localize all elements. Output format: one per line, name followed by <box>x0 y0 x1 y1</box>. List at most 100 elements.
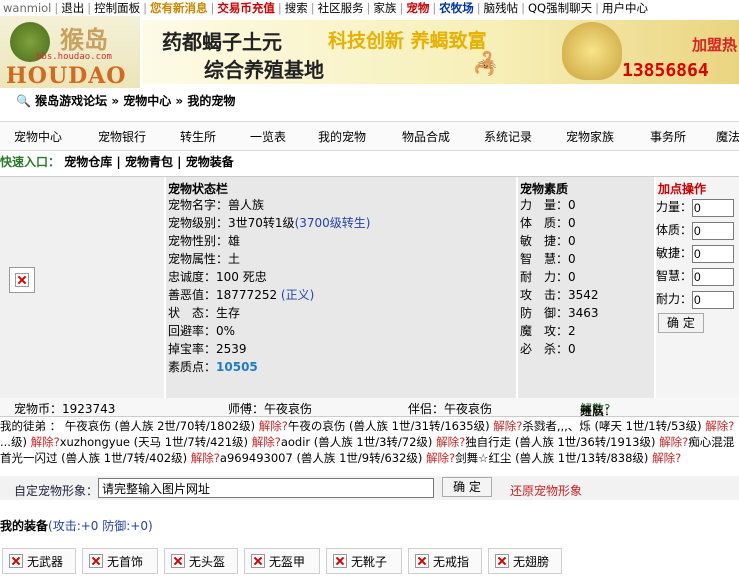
logo-url: bbs.houdao.com <box>36 52 112 62</box>
disciple-entry: 午夜の哀伤 (兽人族 1世/31转/1635级) <box>287 419 494 433</box>
nav-item[interactable]: 转生所 <box>180 128 216 145</box>
logo-chinese: 猴岛 <box>60 26 108 54</box>
equipment-slot[interactable]: 无首饰 <box>82 548 158 574</box>
disciple-entry: ...级) <box>0 435 31 449</box>
release-disciple-link[interactable]: 解除? <box>31 435 60 449</box>
disciple-entry: 独自行走 (兽人族 1世/36转/1913级) <box>465 435 660 449</box>
release-disciple-link[interactable]: 解除? <box>252 435 281 449</box>
add-points-title: 加点操作 <box>658 182 707 196</box>
nav-item[interactable]: 我的宠物 <box>318 128 366 145</box>
nav-item[interactable]: 系统记录 <box>484 128 532 145</box>
release-disciple-link[interactable]: 解除? <box>705 419 734 433</box>
quick-link-bag[interactable]: 宠物青包 <box>125 155 173 169</box>
nav-item[interactable]: 宠物家族 <box>566 128 614 145</box>
attribute-row: 耐 力：0 <box>520 270 576 284</box>
equipment-slot[interactable]: 无靴子 <box>326 548 402 574</box>
equipment-slot[interactable]: 无戒指 <box>408 548 482 574</box>
nav-item[interactable]: 宠物银行 <box>98 128 146 145</box>
broken-image-icon <box>9 554 23 568</box>
disciple-entry: 剑舞☆红尘 (兽人族 1世/13转/838级) <box>455 451 653 465</box>
disciple-entry: 我的徒弟 ： 午夜哀伤 (兽人族 2世/70转/1802级) <box>0 419 259 433</box>
status-state: 状 态：生存 <box>168 306 241 320</box>
equipment-slot[interactable]: 无头盔 <box>164 548 238 574</box>
broken-image-icon <box>333 554 347 568</box>
nav-item[interactable]: 事务所 <box>650 128 686 145</box>
top-link[interactable]: 搜索 <box>282 0 311 16</box>
logo-english: HOUDAO <box>6 63 127 89</box>
pet-image-panel <box>0 177 166 401</box>
ad-phone: 13856864 <box>622 60 709 81</box>
top-link[interactable]: 您有新消息 <box>147 0 211 16</box>
equipment-slot[interactable]: 无盔甲 <box>244 548 320 574</box>
partner: 伴侣：午夜哀伤 <box>408 402 493 416</box>
quick-link-storage[interactable]: 宠物仓库 <box>64 155 112 169</box>
karma-link[interactable]: (正义) <box>281 288 314 302</box>
top-link[interactable]: 社区服务 <box>315 0 367 16</box>
broken-image-icon <box>415 554 429 568</box>
top-link[interactable]: 宠物 <box>403 0 432 16</box>
add-point-input[interactable] <box>692 290 735 309</box>
broken-image-icon <box>171 554 185 568</box>
pet-attributes-panel: 宠物素质 力 量：0 体 质：0 敏 捷：0 智 慧：0 耐 力：0 攻 击：3542 防 … <box>518 177 656 401</box>
top-link[interactable]: 家族 <box>371 0 400 16</box>
top-link[interactable]: 交易币充值 <box>214 0 278 16</box>
release-disciple-link[interactable]: 解除? <box>652 451 681 465</box>
nav-item[interactable]: 宠物中心 <box>14 128 62 145</box>
release-disciple-link[interactable]: 解除? <box>436 435 465 449</box>
breadcrumb[interactable]: 🔍 猴岛游戏论坛 » 宠物中心 » 我的宠物 <box>16 92 235 109</box>
add-point-input[interactable] <box>692 221 735 240</box>
advertisement-banner[interactable]: 药都蝎子土元 综合养殖基地 科技创新 养蝎致富 🦂 加盟热 13856864 <box>142 20 739 84</box>
nav-item[interactable]: 一览表 <box>250 128 286 145</box>
release-disciple-link[interactable]: 解除? <box>191 451 220 465</box>
release-disciple-link[interactable]: 解除? <box>493 419 522 433</box>
top-link[interactable]: 用户中心 <box>599 0 651 16</box>
add-point-input[interactable] <box>692 267 735 286</box>
release-disciple-link[interactable]: 解除? <box>426 451 455 465</box>
nav-item[interactable]: 魔法 <box>716 128 739 145</box>
rebirth-link[interactable]: (3700级转生) <box>295 216 371 230</box>
status-element: 宠物属性：土 <box>168 252 241 266</box>
status-points: 素质点：10505 <box>168 360 258 374</box>
status-name: 宠物名字：兽人族 <box>168 198 265 212</box>
site-logo[interactable]: 猴岛 bbs.houdao.com HOUDAO <box>0 16 140 89</box>
equipment-slot[interactable]: 无武器 <box>2 548 76 574</box>
top-link[interactable]: wanmiol <box>0 0 54 16</box>
add-point-row: 耐力： <box>656 288 739 311</box>
broken-image-icon <box>251 554 265 568</box>
equipment-slot[interactable]: 无翅膀 <box>488 548 562 574</box>
release-disciple-link[interactable]: 解除? <box>259 419 288 433</box>
disciple-entry: 首光一闪过 (兽人族 1世/7转/402级) <box>0 451 191 465</box>
pet-image <box>9 267 35 293</box>
disciple-entry: a969493007 (兽人族 1世/9转/632级) <box>219 451 427 465</box>
attribute-row: 敏 捷：0 <box>520 234 576 248</box>
restore-image-link[interactable]: 还原宠物形象 <box>510 482 582 499</box>
scorpion-icon: 🦂 <box>472 52 500 77</box>
attribute-row: 必 杀：0 <box>520 342 576 356</box>
top-link[interactable]: QQ强制聊天 <box>525 0 595 16</box>
ad-join: 加盟热 <box>692 36 738 54</box>
golden-pot-icon <box>562 22 622 80</box>
image-url-input[interactable] <box>98 478 434 498</box>
attribute-row: 力 量：0 <box>520 198 576 212</box>
breadcrumb-text[interactable]: 猴岛游戏论坛 » 宠物中心 » 我的宠物 <box>35 94 235 108</box>
add-point-row: 敏捷： <box>656 242 739 265</box>
add-point-row: 体质： <box>656 219 739 242</box>
nav-item[interactable]: 物品合成 <box>402 128 450 145</box>
add-points-confirm-button[interactable]: 确 定 <box>658 313 704 333</box>
broken-image-icon <box>89 554 103 568</box>
top-link[interactable]: 控制面板 <box>91 0 143 16</box>
ad-line2: 综合养殖基地 <box>204 58 324 82</box>
add-point-input[interactable] <box>692 244 735 263</box>
broken-image-icon <box>495 554 509 568</box>
attribute-row: 魔 攻：2 <box>520 324 576 338</box>
disciple-entry: aodir (兽人族 1世/3转/72级) <box>280 435 437 449</box>
quick-link-equipment[interactable]: 宠物装备 <box>186 155 234 169</box>
top-link[interactable]: 脑残帖 <box>481 0 522 16</box>
top-link[interactable]: 退出 <box>58 0 87 16</box>
release-disciple-link[interactable]: 解除? <box>659 435 688 449</box>
equipment-title: 我的装备(攻击:+0 防御:+0) <box>0 519 153 533</box>
top-link[interactable]: 农牧场 <box>436 0 477 16</box>
add-point-input[interactable] <box>692 198 735 217</box>
add-point-row: 智慧： <box>656 265 739 288</box>
custom-image-confirm-button[interactable]: 确 定 <box>442 477 492 497</box>
